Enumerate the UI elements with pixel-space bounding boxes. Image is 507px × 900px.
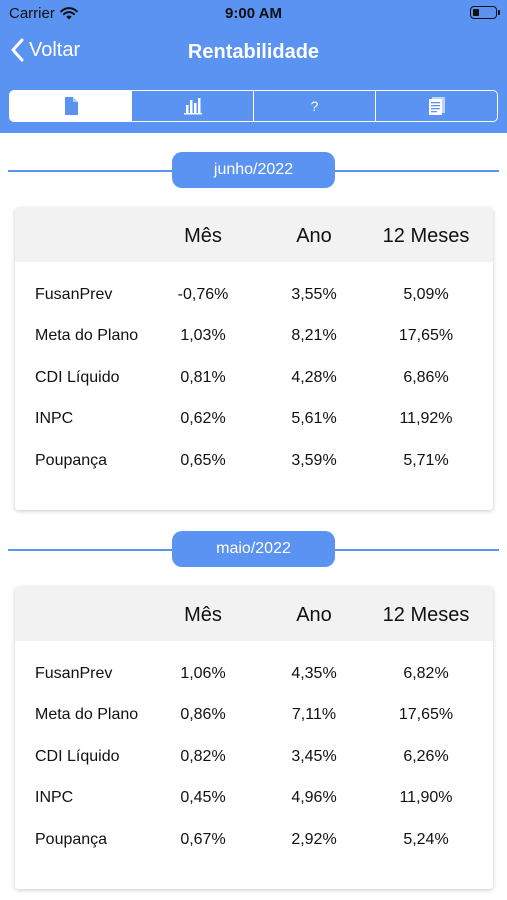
battery-nub (498, 10, 500, 15)
row-name: INPC (35, 789, 74, 806)
table-row: Meta do Plano 1,03% 8,21% 17,65% (15, 325, 493, 349)
tab-chart[interactable] (131, 91, 253, 121)
page-title: Rentabilidade (187, 41, 320, 63)
value-mes: 0,82% (180, 748, 226, 765)
row-name: FusanPrev (35, 286, 113, 303)
returns-card: Mês Ano 12 Meses FusanPrev -0,76% 3,55% … (15, 208, 493, 510)
navigation-bar: Voltar Rentabilidade (0, 27, 507, 77)
bar-chart-icon (183, 98, 202, 115)
segment-bar: ? (0, 77, 507, 133)
month-header: maio/2022 (0, 531, 507, 567)
segmented-control: ? (9, 90, 498, 122)
tab-document[interactable] (10, 91, 131, 121)
table-header: Mês Ano 12 Meses (15, 208, 493, 262)
value-ano: 3,55% (291, 286, 337, 303)
table-row: FusanPrev 1,06% 4,35% 6,82% (15, 663, 493, 687)
value-12-meses: 5,09% (403, 286, 449, 303)
table-row: FusanPrev -0,76% 3,55% 5,09% (15, 284, 493, 308)
value-12-meses: 6,86% (403, 369, 449, 386)
value-12-meses: 6,26% (403, 748, 449, 765)
value-12-meses: 5,71% (403, 452, 449, 469)
value-mes: 1,03% (180, 327, 226, 344)
column-header-12-meses: 12 Meses (382, 604, 470, 626)
table-row: Poupança 0,65% 3,59% 5,71% (15, 450, 493, 474)
table-header: Mês Ano 12 Meses (15, 587, 493, 641)
column-header-ano: Ano (296, 225, 332, 247)
value-mes: 1,06% (180, 665, 226, 682)
value-ano: 5,61% (291, 410, 337, 427)
value-12-meses: 11,90% (399, 789, 453, 806)
month-label: maio/2022 (172, 531, 335, 567)
table-row: CDI Líquido 0,82% 3,45% 6,26% (15, 746, 493, 770)
battery-level (473, 9, 479, 16)
column-header-mes: Mês (184, 604, 222, 626)
battery-icon (470, 6, 500, 19)
status-time: 9:00 AM (225, 5, 282, 22)
value-mes: 0,86% (180, 706, 226, 723)
table-row: INPC 0,62% 5,61% 11,92% (15, 408, 493, 432)
row-name: CDI Líquido (35, 369, 120, 386)
row-name: Meta do Plano (35, 327, 139, 344)
value-ano: 4,96% (291, 789, 337, 806)
row-name: Poupança (35, 831, 108, 848)
row-name: FusanPrev (35, 665, 113, 682)
value-mes: 0,67% (180, 831, 226, 848)
table-row: Meta do Plano 0,86% 7,11% 17,65% (15, 704, 493, 728)
value-ano: 2,92% (291, 831, 337, 848)
value-12-meses: 17,65% (398, 706, 454, 723)
month-label: junho/2022 (172, 152, 335, 188)
value-12-meses: 6,82% (403, 665, 449, 682)
value-mes: 0,62% (180, 410, 226, 427)
value-ano: 8,21% (291, 327, 337, 344)
row-name: INPC (35, 410, 74, 427)
row-name: Meta do Plano (35, 706, 139, 723)
returns-card: Mês Ano 12 Meses FusanPrev 1,06% 4,35% 6… (15, 587, 493, 889)
value-mes: 0,65% (180, 452, 226, 469)
list-icon (428, 97, 445, 115)
table-row: INPC 0,45% 4,96% 11,90% (15, 787, 493, 811)
tab-help[interactable]: ? (253, 91, 375, 121)
value-ano: 7,11% (291, 706, 337, 723)
value-12-meses: 5,24% (403, 831, 449, 848)
value-ano: 3,59% (291, 452, 337, 469)
column-header-mes: Mês (184, 225, 222, 247)
column-header-12-meses: 12 Meses (382, 225, 470, 247)
value-mes: -0,76% (177, 286, 229, 303)
row-name: Poupança (35, 452, 108, 469)
table-row: CDI Líquido 0,81% 4,28% 6,86% (15, 367, 493, 391)
tab-list[interactable] (375, 91, 497, 121)
value-mes: 0,81% (180, 369, 226, 386)
help-label: ? (310, 98, 319, 114)
value-12-meses: 17,65% (398, 327, 454, 344)
value-ano: 4,35% (291, 665, 337, 682)
document-icon (64, 97, 78, 115)
value-ano: 4,28% (291, 369, 337, 386)
month-header: junho/2022 (0, 152, 507, 188)
value-12-meses: 11,92% (399, 410, 453, 427)
value-ano: 3,45% (291, 748, 337, 765)
table-row: Poupança 0,67% 2,92% 5,24% (15, 829, 493, 853)
column-header-ano: Ano (296, 604, 332, 626)
value-mes: 0,45% (180, 789, 226, 806)
row-name: CDI Líquido (35, 748, 120, 765)
status-bar: Carrier 9:00 AM (0, 0, 507, 27)
